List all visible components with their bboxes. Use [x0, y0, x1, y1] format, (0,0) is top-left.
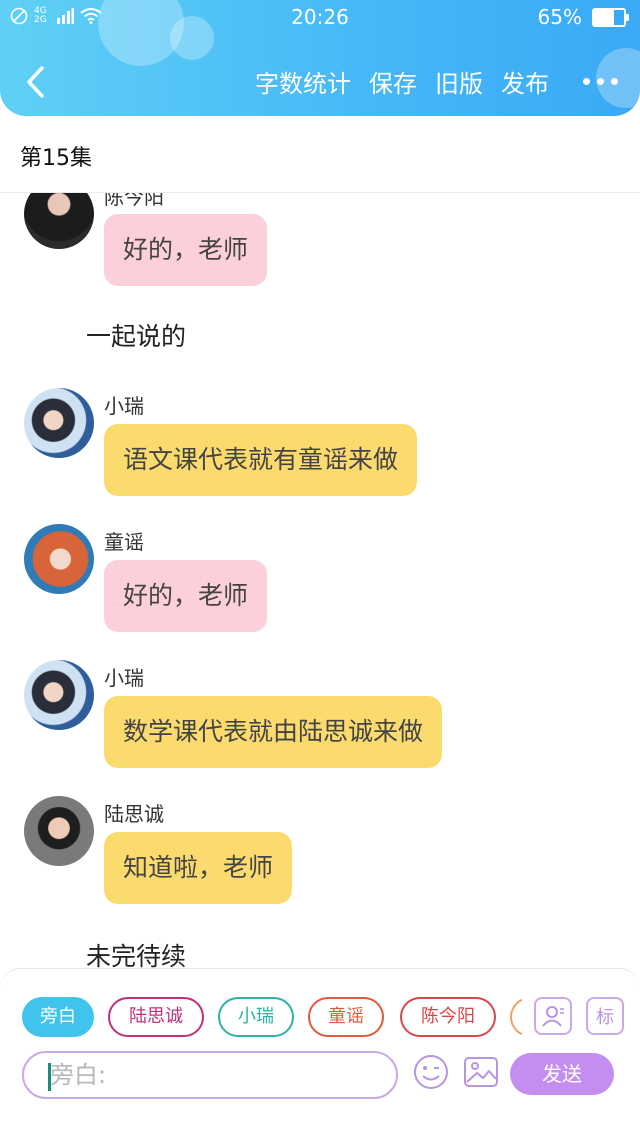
role-chip-xiaorui[interactable]: 小瑞: [218, 997, 294, 1037]
avatar[interactable]: [24, 524, 94, 594]
message-bubble[interactable]: 好的，老师: [104, 214, 268, 286]
status-bar: 4G 2G 20:26 65%: [0, 0, 640, 34]
role-chip-chen-jinyang[interactable]: 陈今阳: [400, 997, 496, 1037]
sender-name: 童谣: [104, 530, 144, 554]
sender-name: 小瑞: [104, 394, 144, 418]
image-icon[interactable]: [462, 1053, 500, 1091]
battery-level: [594, 9, 614, 25]
word-count-button[interactable]: 字数统计: [255, 64, 351, 99]
toolbar: 字数统计 保存 旧版 发布: [0, 60, 640, 106]
narration-text[interactable]: 未完待续: [86, 937, 186, 968]
role-chip-lu-sicheng[interactable]: 陆思诚: [108, 997, 204, 1037]
message-bubble[interactable]: 好的，老师: [104, 560, 268, 632]
send-button[interactable]: 发送: [510, 1053, 614, 1095]
status-right: 65%: [537, 5, 629, 29]
smile-icon[interactable]: [412, 1053, 450, 1091]
more-dots-icon[interactable]: [583, 78, 618, 85]
old-version-button[interactable]: 旧版: [435, 64, 483, 99]
toolbar-actions: 字数统计 保存 旧版 发布: [255, 64, 618, 99]
battery-icon: [592, 7, 629, 27]
episode-bar: 第15集: [0, 116, 640, 193]
sender-name: 小瑞: [104, 666, 144, 690]
composer: 旁白 陆思诚 小瑞 童谣 陈今阳 标 旁白: 发送: [0, 968, 640, 1109]
tag-button[interactable]: 标: [586, 997, 624, 1035]
chevron-left-icon[interactable]: [22, 62, 52, 102]
battery-percent: 65%: [537, 5, 582, 29]
role-chip-narrator[interactable]: 旁白: [22, 997, 94, 1037]
sender-name: 陆思诚: [104, 802, 164, 826]
avatar[interactable]: [24, 388, 94, 458]
message-bubble[interactable]: 语文课代表就有童谣来做: [104, 424, 418, 496]
narration-text[interactable]: 一起说的: [86, 317, 186, 353]
sender-name: 陈今阳: [104, 193, 164, 209]
script-input[interactable]: 旁白:: [22, 1051, 398, 1099]
role-chip-tongyao[interactable]: 童谣: [308, 997, 384, 1037]
message-bubble[interactable]: 知道啦，老师: [104, 832, 293, 904]
header-bar: 4G 2G 20:26 65% 字数统计 保存 旧版 发布: [0, 0, 640, 116]
text-caret: [48, 1063, 51, 1091]
episode-title[interactable]: 第15集: [20, 140, 92, 172]
save-button[interactable]: 保存: [369, 64, 417, 99]
input-placeholder: 旁白:: [50, 1061, 107, 1089]
avatar[interactable]: [24, 796, 94, 866]
avatar[interactable]: [24, 660, 94, 730]
message-bubble[interactable]: 数学课代表就由陆思诚来做: [104, 696, 443, 768]
user-profile-icon[interactable]: [534, 997, 572, 1035]
role-chips: 旁白 陆思诚 小瑞 童谣 陈今阳: [22, 997, 522, 1037]
role-chip-more[interactable]: [510, 997, 522, 1037]
chat-area[interactable]: 陈今阳 好的，老师 一起说的 小瑞 语文课代表就有童谣来做 童谣 好的，老师 小…: [0, 193, 640, 968]
avatar[interactable]: [24, 193, 94, 249]
publish-button[interactable]: 发布: [501, 64, 549, 99]
